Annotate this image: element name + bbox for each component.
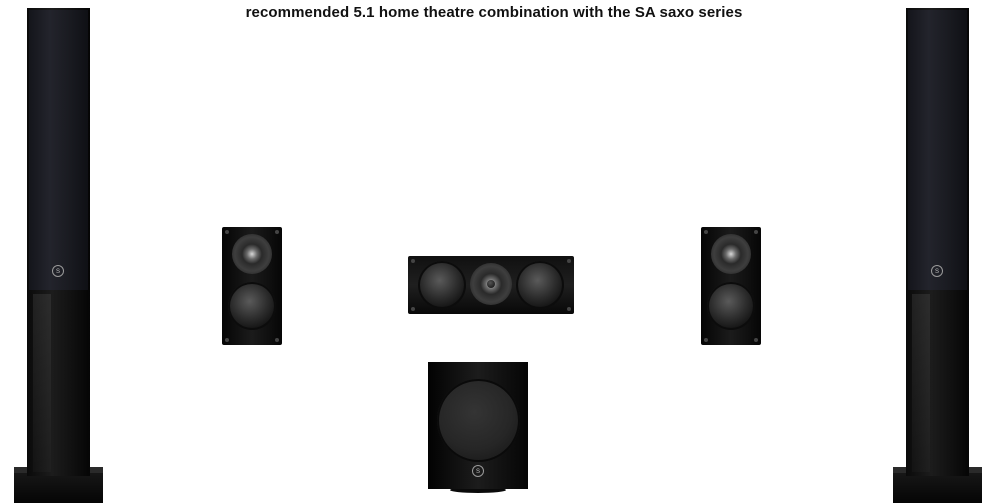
subwoofer: S	[428, 362, 528, 495]
woofer-left	[418, 261, 466, 309]
front-left-tower-speaker: S	[14, 8, 103, 503]
subwoofer-driver	[437, 379, 520, 462]
front-right-tower-speaker: S	[893, 8, 982, 503]
woofer	[228, 282, 276, 330]
tower-grille	[908, 10, 967, 290]
woofer	[707, 282, 755, 330]
surround-left-speaker	[222, 227, 282, 345]
center-channel-speaker	[408, 256, 574, 314]
brand-logo-icon: S	[472, 465, 484, 477]
woofer-right	[516, 261, 564, 309]
brand-logo-icon: S	[52, 265, 64, 277]
tweeter	[711, 234, 751, 274]
tweeter	[232, 234, 272, 274]
surround-right-speaker	[701, 227, 761, 345]
caption: recommended 5.1 home theatre combination…	[245, 4, 743, 21]
brand-logo-icon: S	[931, 265, 943, 277]
tower-grille	[29, 10, 88, 290]
